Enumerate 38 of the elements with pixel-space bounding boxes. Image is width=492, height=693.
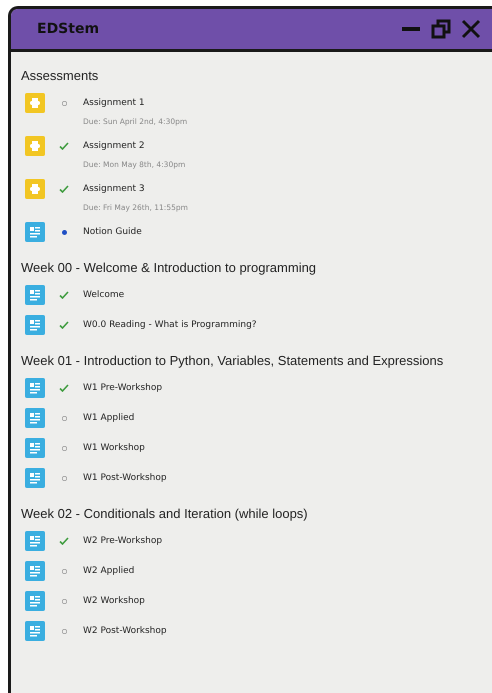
puzzle-icon <box>25 136 45 156</box>
minimize-icon <box>402 27 420 31</box>
restore-icon <box>431 19 451 39</box>
section-heading: Assessments <box>21 68 98 83</box>
document-icon <box>25 222 45 242</box>
section-heading: Week 01 - Introduction to Python, Variables, Statements and Expressions <box>21 353 444 368</box>
item-link[interactable]: Notion Guide <box>83 227 142 237</box>
item-link[interactable]: W1 Pre-Workshop <box>83 383 162 393</box>
document-icon <box>25 561 45 581</box>
document-icon <box>25 408 45 428</box>
item-link[interactable]: W2 Applied <box>83 566 134 576</box>
document-icon <box>25 315 45 335</box>
close-icon <box>461 19 481 39</box>
item-link[interactable]: Welcome <box>83 290 124 300</box>
puzzle-icon <box>25 93 45 113</box>
document-icon <box>25 531 45 551</box>
item-link[interactable]: W1 Workshop <box>83 443 145 453</box>
restore-button[interactable] <box>430 18 452 40</box>
document-icon <box>25 591 45 611</box>
document-icon <box>25 378 45 398</box>
item-link[interactable]: W2 Pre-Workshop <box>83 536 162 546</box>
close-button[interactable] <box>460 18 482 40</box>
item-link[interactable]: Assignment 1 <box>83 98 145 108</box>
puzzle-icon <box>25 179 45 199</box>
document-icon <box>25 438 45 458</box>
document-icon <box>25 621 45 641</box>
item-link[interactable]: Assignment 2 <box>83 141 145 151</box>
document-icon <box>25 468 45 488</box>
item-link[interactable]: W2 Workshop <box>83 596 145 606</box>
item-link[interactable]: Assignment 3 <box>83 184 145 194</box>
item-link[interactable]: W2 Post-Workshop <box>83 626 167 636</box>
item-link[interactable]: W1 Post-Workshop <box>83 473 167 483</box>
item-link[interactable]: W1 Applied <box>83 413 134 423</box>
item-link[interactable]: W0.0 Reading - What is Programming? <box>83 320 257 330</box>
document-icon <box>25 285 45 305</box>
window-title: EDStem <box>37 21 100 37</box>
section-heading: Week 02 - Conditionals and Iteration (while loops) <box>21 506 308 521</box>
section-heading: Week 00 - Welcome & Introduction to programming <box>21 260 316 275</box>
